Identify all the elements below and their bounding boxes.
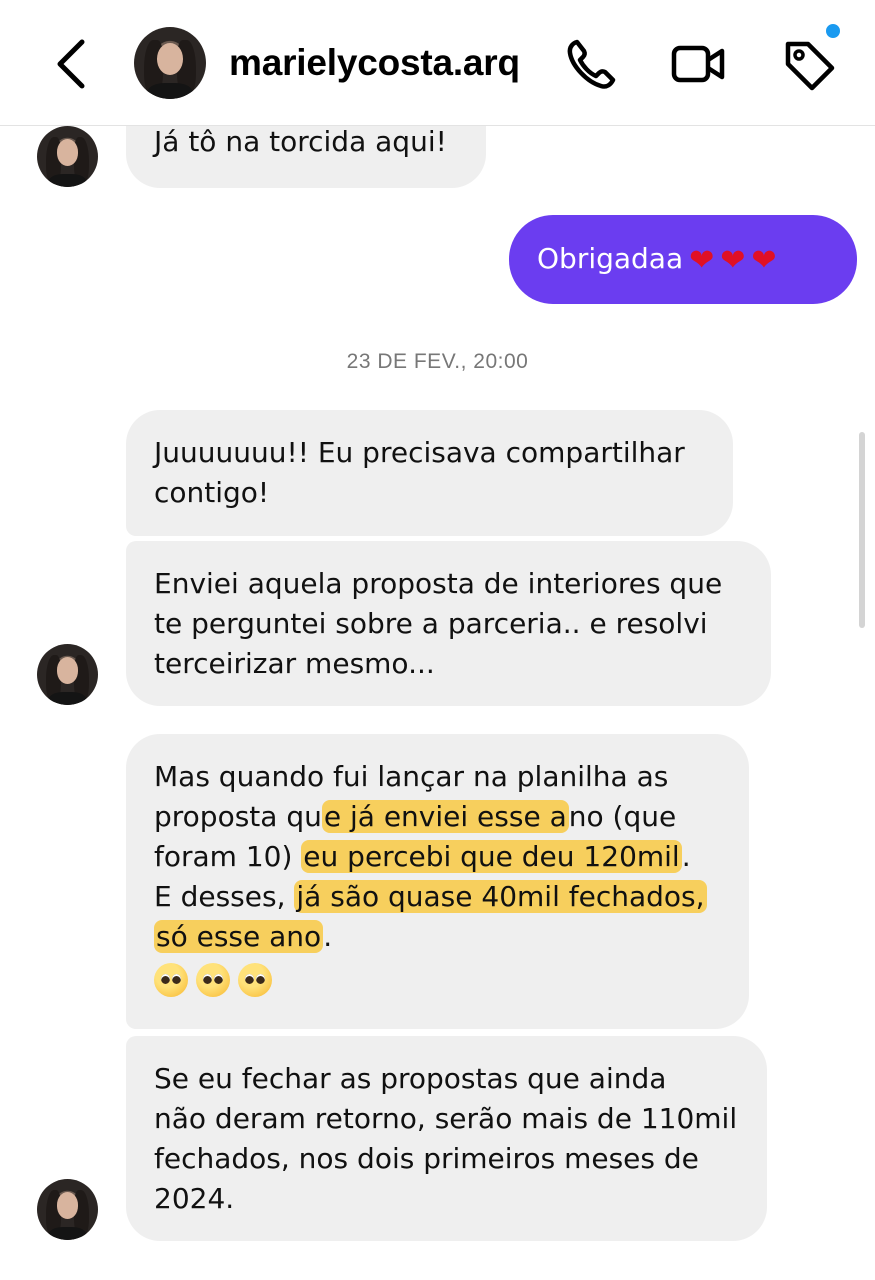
message-text: Se eu fechar as propostas que ainda — [154, 1062, 667, 1095]
heart-emoji: ❤ — [751, 243, 777, 278]
notification-dot — [824, 22, 842, 40]
pleading-face-emoji — [196, 963, 230, 997]
chevron-left-icon[interactable] — [48, 36, 94, 92]
message-text: só esse ano. — [154, 920, 333, 953]
message-text: Juuuuuuu!! Eu precisava compartilhar — [154, 436, 685, 469]
highlight: já são quase 40mil fechados, — [294, 880, 707, 913]
avatar[interactable] — [134, 27, 206, 99]
avatar[interactable] — [37, 126, 98, 187]
incoming-message[interactable]: Enviei aquela proposta de interiores que… — [126, 541, 771, 706]
incoming-message[interactable]: Mas quando fui lançar na planilha as pro… — [126, 734, 749, 1029]
highlight: eu percebi que deu 120mil — [301, 840, 682, 873]
message-text: 2024. — [154, 1182, 235, 1215]
message-text: contigo! — [154, 476, 270, 509]
highlight: e já enviei esse a — [321, 800, 569, 833]
tag-icon[interactable] — [780, 34, 836, 94]
pleading-face-emoji — [238, 963, 272, 997]
message-text: Obrigadaa — [537, 242, 684, 275]
message-text: te perguntei sobre a parceria.. e resolv… — [154, 607, 708, 640]
timestamp: 23 DE FEV., 20:00 — [346, 350, 529, 373]
pleading-face-emoji — [154, 963, 188, 997]
message-text: não deram retorno, serão mais de 110mil — [154, 1102, 738, 1135]
message-text: foram 10) eu percebi que deu 120mil. — [154, 840, 691, 873]
message-text: proposta que já enviei esse ano (que — [154, 800, 677, 833]
video-icon[interactable] — [670, 34, 726, 94]
outgoing-message[interactable]: Obrigadaa ❤ ❤ ❤ — [509, 215, 857, 304]
heart-emoji: ❤ — [720, 243, 746, 278]
heart-emoji: ❤ — [689, 243, 715, 278]
phone-icon[interactable] — [563, 34, 619, 94]
message-text: Já tô na torcida aqui! — [154, 125, 447, 158]
avatar[interactable] — [37, 1179, 98, 1240]
message-text: terceirizar mesmo... — [154, 647, 435, 680]
message-text: fechados, nos dois primeiros meses de — [154, 1142, 699, 1175]
incoming-message[interactable]: Juuuuuuu!! Eu precisava compartilhar con… — [126, 410, 733, 536]
message-text: E desses, já são quase 40mil fechados, — [154, 880, 707, 913]
chat-header: marielycosta.arq — [0, 0, 875, 126]
highlight: só esse ano — [154, 920, 324, 953]
scrollbar[interactable] — [859, 432, 865, 628]
incoming-message[interactable]: Se eu fechar as propostas que ainda não … — [126, 1036, 767, 1241]
message-text: Enviei aquela proposta de interiores que — [154, 567, 723, 600]
message-text: Mas quando fui lançar na planilha as — [154, 760, 669, 793]
avatar[interactable] — [37, 644, 98, 705]
username[interactable]: marielycosta.arq — [229, 42, 520, 84]
